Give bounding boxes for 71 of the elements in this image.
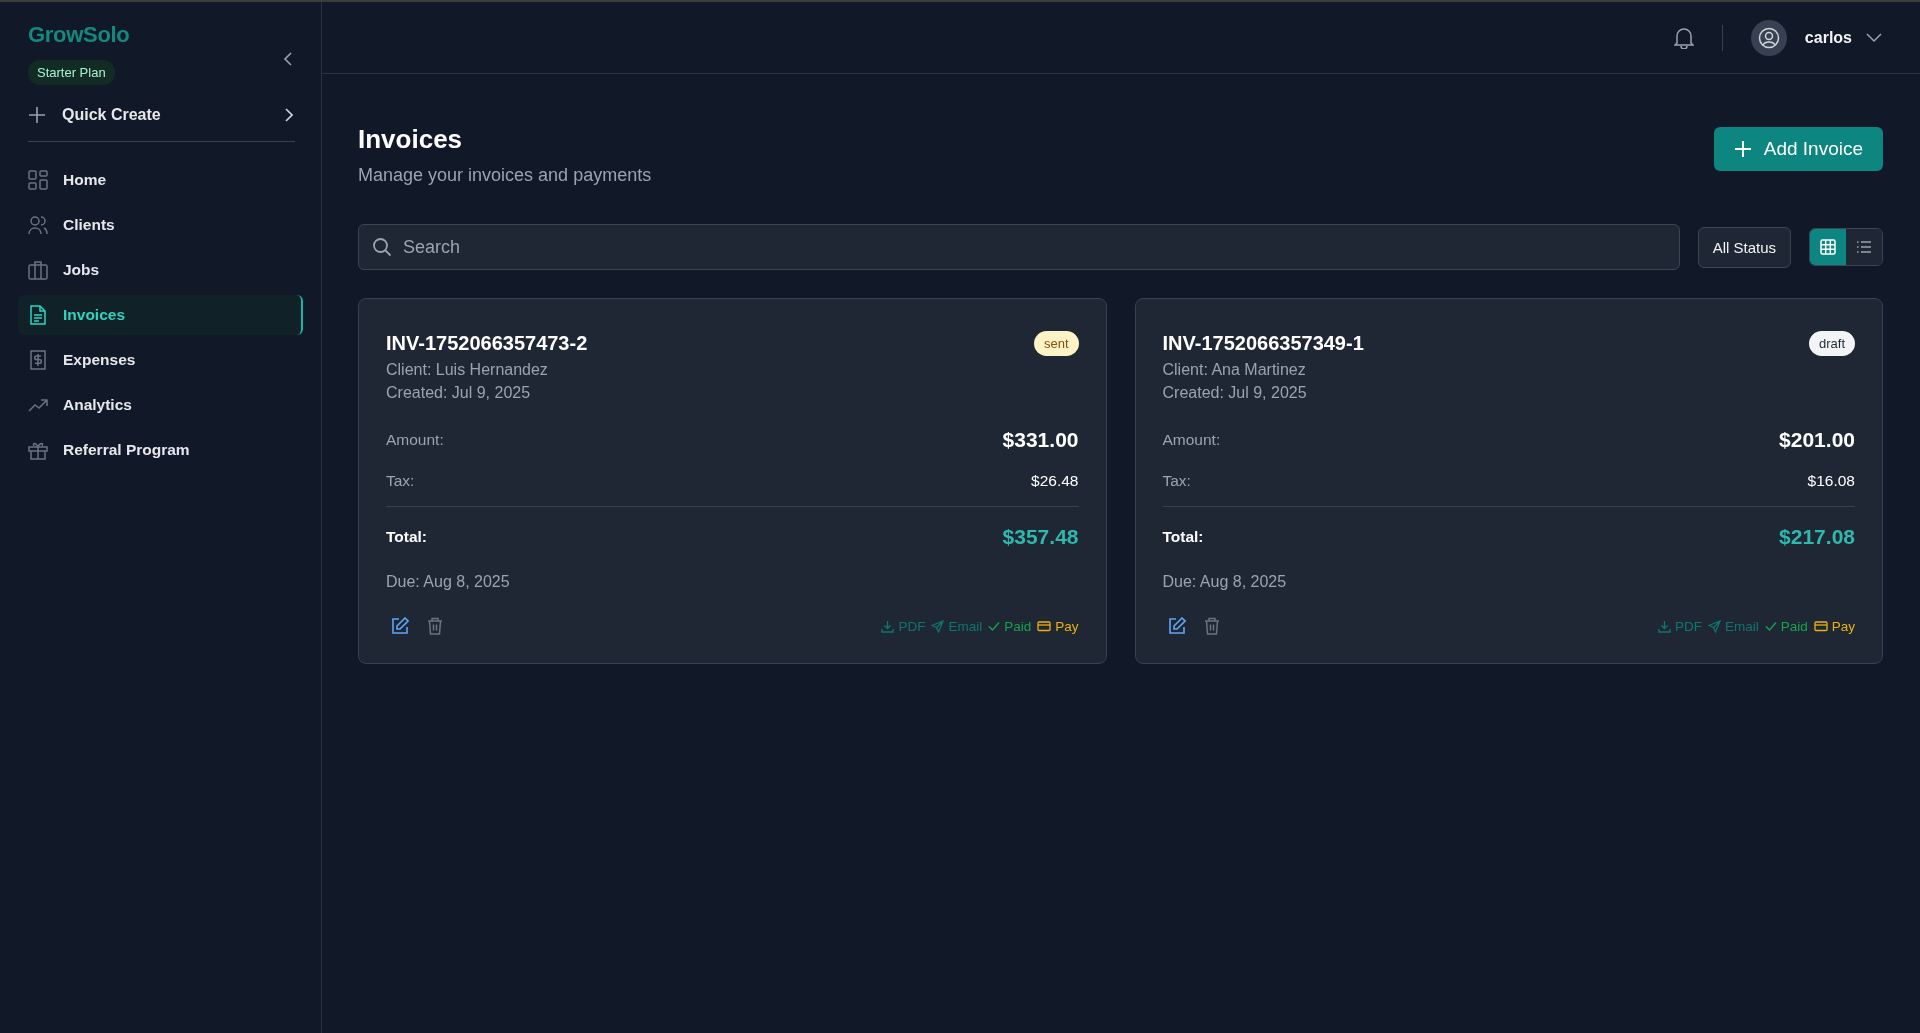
grid-icon (1820, 239, 1836, 255)
plus-icon (28, 106, 46, 124)
total-value: $217.08 (1779, 525, 1855, 549)
list-icon (1856, 239, 1872, 255)
grid-icon (28, 170, 48, 190)
plan-badge: Starter Plan (28, 60, 115, 85)
page-title: Invoices (358, 124, 464, 155)
due-date: Due: Aug 8, 2025 (1162, 573, 1288, 591)
download-icon (881, 619, 895, 633)
send-icon (1707, 619, 1721, 633)
amount-label: Amount: (1162, 431, 1221, 449)
invoice-number: INV-1752066357473-2 (386, 332, 588, 355)
list-view-button[interactable] (1846, 229, 1882, 265)
pay-link[interactable]: Pay (1037, 618, 1079, 634)
avatar-icon[interactable] (1750, 19, 1787, 56)
paid-link[interactable]: Paid (1764, 618, 1808, 634)
receipt-icon (28, 350, 48, 370)
nav-item[interactable]: Referral Program (18, 430, 303, 470)
page-subtitle: Manage your invoices and payments (358, 165, 652, 186)
download-icon (1657, 619, 1671, 633)
grid-view-button[interactable] (1810, 229, 1846, 265)
amount-value: $331.00 (1002, 428, 1079, 452)
briefcase-icon (28, 260, 48, 280)
pay-link[interactable]: Pay (1813, 618, 1855, 634)
tax-label: Tax: (386, 472, 415, 490)
total-label: Total: (1162, 528, 1204, 546)
due-date: Due: Aug 8, 2025 (386, 573, 511, 591)
tax-value: $16.08 (1807, 472, 1855, 490)
status-badge: sent (1033, 331, 1079, 356)
brand-logo[interactable]: GrowSolo (28, 22, 130, 48)
status-badge: draft (1809, 331, 1855, 356)
invoice-number: INV-1752066357349-1 (1162, 332, 1364, 355)
amount-label: Amount: (386, 431, 444, 449)
check-icon (988, 620, 1001, 632)
credit-card-icon (1037, 620, 1052, 632)
trash-icon[interactable] (1203, 617, 1220, 635)
status-filter-button[interactable]: All Status (1697, 226, 1791, 268)
plus-icon (1733, 140, 1752, 158)
nav-item[interactable]: Home (18, 160, 303, 200)
notification-bell-icon[interactable] (1673, 26, 1694, 49)
chevron-down-icon[interactable] (1866, 32, 1882, 43)
nav-item[interactable]: Analytics (18, 385, 303, 425)
collapse-icon[interactable] (283, 50, 293, 67)
trash-icon[interactable] (427, 617, 443, 635)
chevron-right-icon (285, 108, 293, 122)
check-icon (1764, 620, 1777, 632)
amount-value: $201.00 (1779, 428, 1855, 452)
gift-icon (28, 440, 48, 460)
nav-item[interactable]: Invoices (18, 295, 303, 335)
document-icon (28, 305, 48, 325)
tax-label: Tax: (1162, 472, 1191, 490)
credit-card-icon (1813, 620, 1828, 632)
created-date: Created: Jul 9, 2025 (386, 384, 532, 402)
tax-value: $26.48 (1031, 472, 1079, 490)
users-icon (28, 215, 48, 235)
edit-icon[interactable] (1167, 617, 1186, 635)
created-date: Created: Jul 9, 2025 (1162, 384, 1308, 402)
total-label: Total: (386, 528, 428, 546)
client-name: Client: Ana Martinez (1162, 361, 1307, 379)
quick-create-button[interactable]: Quick Create (18, 89, 303, 141)
user-name[interactable]: carlos (1804, 28, 1852, 47)
total-value: $357.48 (1002, 525, 1079, 549)
nav-item[interactable]: Expenses (18, 340, 303, 380)
send-icon (931, 619, 945, 633)
client-name: Client: Luis Hernandez (386, 361, 549, 379)
edit-icon[interactable] (391, 617, 409, 635)
add-invoice-button[interactable]: Add Invoice (1713, 127, 1883, 171)
nav-item[interactable]: Clients (18, 205, 303, 245)
search-field[interactable]: Search (358, 224, 1680, 270)
nav-item[interactable]: Jobs (18, 250, 303, 290)
paid-link[interactable]: Paid (988, 618, 1032, 634)
